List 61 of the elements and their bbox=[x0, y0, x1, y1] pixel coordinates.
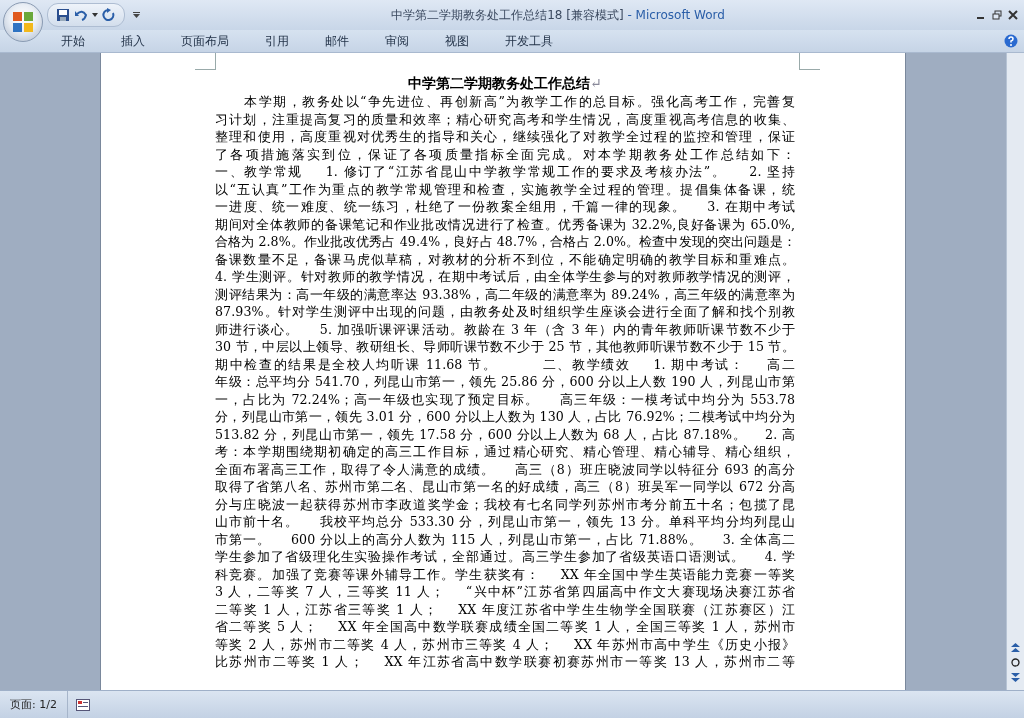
paragraph-line: 测评结果为：高一年级的满意率达 93.38%，高二年级的满意率为 89.24%，高三年级的满意率为 bbox=[215, 285, 795, 303]
paragraph-line: 期间对全体教师的备课笔记和作业批改情况进行了检查。优秀备课为 32.2%,良好备课为 65.0%, bbox=[215, 215, 795, 233]
redo-icon[interactable] bbox=[102, 8, 116, 22]
paragraph-line: 一进度、统一难度、统一练习，杜绝了一份教案全组用，千篇一律的现象。 3. 在期中考试 bbox=[215, 198, 795, 216]
ribbon-tab[interactable]: 页面布局 bbox=[168, 29, 242, 53]
next-page-icon[interactable] bbox=[1011, 673, 1020, 682]
ribbon-tab[interactable]: 邮件 bbox=[312, 29, 362, 53]
browse-object-icon[interactable] bbox=[1011, 658, 1020, 667]
close-icon[interactable] bbox=[1008, 10, 1018, 20]
paragraph-line: 513.82 分，列昆山市第一，领先 17.58 分，600 分以上人数为 68 人，占比 87.18%。 2. 高 bbox=[215, 425, 795, 443]
ribbon-tab[interactable]: 引用 bbox=[252, 29, 302, 53]
paragraph-line: 年级：总平均分 541.70，列昆山市第一，领先 25.86 分，600 分以上人数 190 人，列昆山市第 bbox=[215, 373, 795, 391]
paragraph-line: 取得了省第八名、苏州市第二名、昆山市第一名的好成绩，高三（8）班吴军一同学以 672 分高 bbox=[215, 478, 795, 496]
undo-icon[interactable] bbox=[74, 8, 88, 22]
paragraph-line: 习计划，注重提高复习的质量和效率；精心研究高考和学生情况，高度重视高考信息的收集、 bbox=[215, 110, 795, 128]
paragraph-line: 本学期，教务处以“争先进位、再创新高”为教学工作的总目标。强化高考工作，完善复 bbox=[243, 93, 795, 111]
previous-page-icon[interactable] bbox=[1011, 643, 1020, 652]
paragraph-line: 30 节，中层以上领导、教研组长、导师听课节数不少于 25 节，其他教师听课节数不少于 15 节。 bbox=[215, 338, 795, 356]
paragraph-line: 分，列昆山市第一，领先 3.01 分，600 分以上人数为 130 人，占比 76.92%；二模考试中均分为 bbox=[215, 408, 795, 426]
paragraph-line: 87.93%。针对学生测评中出现的问题，由教务处及时组织学生座谈会进行全面了解和找个别教 bbox=[215, 303, 795, 321]
paragraph-line: 考：本学期围绕期初确定的高三工作目标，通过精心研究、精心管理、精心辅导、精心组织， bbox=[215, 443, 795, 461]
paragraph-line: 二等奖 1 人，江苏省三等奖 1 人； XX 年度江苏省中学生生物学全国联赛（江苏赛区）江 bbox=[215, 600, 795, 618]
paragraph-line: 等奖 2 人，苏州市二等奖 4 人，苏州市三等奖 4 人； XX 年苏州市高中学生《历史小报》 bbox=[215, 635, 795, 653]
customize-caret-icon[interactable] bbox=[133, 12, 140, 18]
paragraph-line: 一，占比为 72.24%；高一年级也实现了预定目标。 高三年级：一模考试中均分为 553.78 bbox=[215, 390, 795, 408]
vertical-scrollbar[interactable] bbox=[1006, 53, 1024, 690]
paragraph-line: 4. 学生测评。针对教师的教学情况，在期中考试后，由全体学生参与的对教师教学情况的测评， bbox=[215, 268, 795, 286]
ribbon-tab[interactable]: 视图 bbox=[432, 29, 482, 53]
paragraph-line: 科竞赛。加强了竞赛等课外辅导工作。学生获奖有： XX 年全国中学生英语能力竞赛一等奖 bbox=[215, 565, 795, 583]
caret-icon[interactable] bbox=[92, 13, 98, 17]
restore-icon[interactable] bbox=[992, 10, 1002, 20]
ribbon-tab[interactable]: 插入 bbox=[108, 29, 158, 53]
paragraph-line: 分与庄晓波一起获得苏州市李政道奖学金；我校有七名同学列苏州市考分前五十名；包揽了昆 bbox=[215, 495, 795, 513]
paragraph-line: 一、教学常规 1. 修订了“江苏省昆山中学教学常规工作的要求及考核办法”。 2. 坚持 bbox=[215, 163, 795, 181]
paragraph-line: 全面布署高三工作，取得了令人满意的成绩。 高三（8）班庄晓波同学以特征分 693 的高分 bbox=[215, 460, 795, 478]
corner-mark bbox=[799, 53, 820, 70]
paragraph-line: 山市前十名。 我校平均总分 533.30 分，列昆山市第一，领先 13 分。单科平均分均列昆山 bbox=[215, 513, 795, 531]
corner-mark bbox=[195, 53, 216, 70]
paragraph-line: 师进行谈心。 5. 加强听课评课活动。教龄在 3 年（含 3 年）内的青年教师听课节数不少于 bbox=[215, 320, 795, 338]
ribbon-tab[interactable]: 开始 bbox=[48, 29, 98, 53]
help-icon[interactable] bbox=[1004, 34, 1018, 48]
office-button[interactable] bbox=[3, 2, 43, 42]
paragraph-line: 以“五认真”工作为重点的教学常规管理和检查，实施教学全过程的管理。提倡集体备课，统 bbox=[215, 180, 795, 198]
paragraph-line: 市第一。 600 分以上的高分人数为 115 人，列昆山市第一，占比 71.88%。 3. 全体高二 bbox=[215, 530, 795, 548]
paragraph-line: 省二等奖 5 人； XX 年全国高中数学联赛成绩全国二等奖 1 人，全国三等奖 1 人，苏州市 bbox=[215, 618, 795, 636]
paragraph-line: 整理和使用，高度重视对优秀生的指导和关心，继续强化了对教学全过程的监控和管理，保证 bbox=[215, 128, 795, 146]
ribbon-tab[interactable]: 审阅 bbox=[372, 29, 422, 53]
paragraph-line: 比苏州市二等奖 1 人； XX 年江苏省高中数学联赛初赛苏州市一等奖 13 人，苏州市二等 bbox=[215, 653, 795, 671]
paragraph-line: 期中检查的结果是全校人均听课 11.68 节。 二、教学绩效 1. 期中考试： 高二 bbox=[215, 355, 795, 373]
paragraph-line: 合格为 2.8%。作业批改优秀占 49.4%，良好占 48.7%，合格占 2.0%。检查中发现的突出问题是： bbox=[215, 233, 795, 251]
ribbon-tab[interactable]: 开发工具 bbox=[492, 29, 566, 53]
paragraph-line: 学生参加了省级理化生实验操作考试，全部通过。高三学生参加了省级英语口语测试。 4. 学 bbox=[215, 548, 795, 566]
save-icon[interactable] bbox=[56, 8, 70, 22]
paragraph-line: 了各项措施落实到位，保证了各项质量指标全面完成。对本学期教务处工作总结如下： bbox=[215, 145, 795, 163]
office-logo-icon bbox=[11, 10, 35, 34]
paragraph-line: 3 人，二等奖 7 人，三等奖 11 人； “兴中杯”江苏省第四届高中作文大赛现场决赛江苏省 bbox=[215, 583, 795, 601]
document-title: 中学第二学期教务处工作总结↵ bbox=[407, 74, 603, 93]
window-title: 中学第二学期教务处工作总结18 [兼容模式] - Microsoft Word bbox=[390, 6, 726, 24]
paragraph-line: 备课数量不足，备课马虎似草稿，对教材的分析不到位，不能确定明确的教学目标和重难点。 bbox=[215, 250, 795, 268]
document-view-icon[interactable] bbox=[75, 698, 90, 711]
page-count[interactable]: 页面: 1/2 bbox=[0, 691, 68, 718]
